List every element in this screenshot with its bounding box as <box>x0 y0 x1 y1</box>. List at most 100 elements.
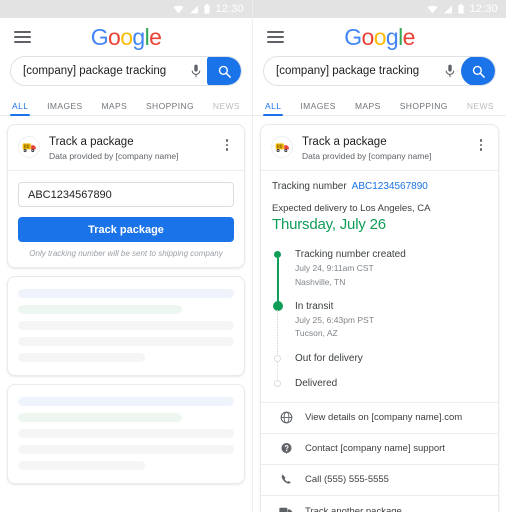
help-question-icon <box>272 442 300 455</box>
tracking-timeline: Tracking number created July 24, 9:11am … <box>261 235 498 401</box>
tab-news[interactable]: NEWS <box>467 101 494 115</box>
search-result-tabs: ALL IMAGES MAPS SHOPPING NEWS <box>253 92 506 116</box>
skeleton-line-body <box>18 445 234 455</box>
tab-all[interactable]: ALL <box>9 101 31 116</box>
timeline-dot-pending <box>274 379 281 387</box>
tab-all[interactable]: ALL <box>262 101 284 116</box>
battery-icon <box>204 4 211 14</box>
globe-icon <box>272 411 300 424</box>
timeline-step: In transit July 25, 6:43pm PST Tucson, A… <box>272 300 487 354</box>
google-logo: Google <box>90 23 162 50</box>
action-call[interactable]: Call (555) 555-5555 <box>261 465 498 496</box>
search-submit-button[interactable] <box>207 57 241 85</box>
microphone-icon[interactable] <box>439 64 461 78</box>
battery-icon <box>458 4 465 14</box>
action-view-details[interactable]: View details on [company name].com <box>261 403 498 434</box>
search-result-tabs: ALL IMAGES MAPS SHOPPING NEWS <box>0 92 252 116</box>
delivery-truck-icon <box>18 136 40 158</box>
card-header-text: Track a package Data provided by [compan… <box>49 135 220 161</box>
timeline-step-title: In transit <box>295 301 334 312</box>
left-phone-panel: 12:30 Google [company] package tracking … <box>0 0 253 512</box>
track-package-button[interactable]: Track package <box>18 217 234 243</box>
skeleton-line-body <box>18 429 234 439</box>
tab-news[interactable]: NEWS <box>213 101 240 115</box>
action-track-another[interactable]: Track another package <box>261 496 498 512</box>
overflow-menu-icon[interactable] <box>474 135 488 151</box>
signal-icon <box>190 5 199 13</box>
skeleton-line-body <box>18 461 146 471</box>
tracking-disclaimer: Only tracking number will be sent to shi… <box>29 249 223 259</box>
package-summary: Tracking number ABC1234567890 Expected de… <box>261 171 498 235</box>
expected-delivery-date: Thursday, July 26 <box>272 216 386 234</box>
timeline-step: Tracking number created July 24, 9:11am … <box>274 248 487 302</box>
tracking-number-row: Tracking number ABC1234567890 <box>272 181 487 192</box>
timeline-dot-pending <box>274 354 281 362</box>
card-title: Track a package <box>49 136 134 148</box>
card-subtitle: Data provided by [company name] <box>302 151 432 162</box>
card-subtitle: Data provided by [company name] <box>49 151 179 162</box>
search-input[interactable]: [company] package tracking <box>11 65 185 77</box>
timeline-step: Delivered <box>274 377 487 392</box>
status-bar: 12:30 <box>0 0 252 18</box>
search-bar[interactable]: [company] package tracking <box>263 56 496 86</box>
truck-icon <box>272 506 300 512</box>
card-header: Track a package Data provided by [compan… <box>261 125 498 170</box>
tracking-number-label: Tracking number <box>272 181 347 193</box>
tab-images[interactable]: IMAGES <box>300 101 335 115</box>
skeleton-line-url <box>18 413 183 423</box>
skeleton-line-url <box>18 305 183 315</box>
skeleton-line-body <box>18 353 146 363</box>
timeline-step-place: Nashville, TN <box>295 276 346 287</box>
skeleton-lines <box>8 385 244 483</box>
status-bar: 12:30 <box>253 0 506 18</box>
track-package-card: Track a package Data provided by [compan… <box>7 124 245 269</box>
timeline-connector <box>277 310 279 354</box>
timeline-step-title: Out for delivery <box>295 352 363 364</box>
expected-delivery-label: Expected delivery to Los Angeles, CA <box>272 203 431 215</box>
search-input[interactable]: [company] package tracking <box>264 65 439 77</box>
skeleton-line-title <box>18 289 234 299</box>
tab-maps[interactable]: MAPS <box>101 101 127 115</box>
action-label: Track another package <box>305 505 402 512</box>
timeline-step: Out for delivery <box>274 352 487 379</box>
placeholder-result-card <box>7 276 245 377</box>
action-label: View details on [company name].com <box>305 412 463 424</box>
card-header-text: Track a package Data provided by [compan… <box>302 135 474 161</box>
tab-shopping[interactable]: SHOPPING <box>400 101 448 115</box>
timeline-step-title: Delivered <box>295 377 338 389</box>
tracking-form: Track package Only tracking number will … <box>8 171 244 267</box>
signal-icon <box>444 5 453 13</box>
timeline-step-title: Tracking number created <box>295 249 406 261</box>
action-contact-support[interactable]: Contact [company name] support <box>261 434 498 465</box>
overflow-menu-icon[interactable] <box>220 135 234 151</box>
right-phone-panel: 12:30 Google [company] package tracking … <box>253 0 506 512</box>
tab-images[interactable]: IMAGES <box>47 101 82 115</box>
timeline-dot-filled <box>274 251 281 259</box>
google-logo: Google <box>344 23 415 50</box>
tracking-number-value[interactable]: ABC1234567890 <box>352 181 428 192</box>
action-label: Contact [company name] support <box>305 443 445 455</box>
skeleton-line-title <box>18 397 234 407</box>
microphone-icon[interactable] <box>185 64 207 78</box>
card-header: Track a package Data provided by [compan… <box>8 125 244 170</box>
package-detail-card: Track a package Data provided by [compan… <box>260 124 499 512</box>
tab-shopping[interactable]: SHOPPING <box>146 101 194 115</box>
placeholder-result-card <box>7 384 245 485</box>
status-bar-clock: 12:30 <box>215 3 244 15</box>
left-results-body: Track a package Data provided by [compan… <box>0 116 252 485</box>
search-bar[interactable]: [company] package tracking <box>10 56 242 86</box>
search-submit-button[interactable] <box>461 57 495 85</box>
timeline-step-time: July 25, 6:43pm PST <box>295 315 374 325</box>
wifi-icon <box>173 5 184 13</box>
timeline-step-place: Tucson, AZ <box>295 328 338 339</box>
timeline-connector <box>277 258 279 302</box>
phone-icon <box>272 473 300 486</box>
skeleton-line-body <box>18 337 234 347</box>
skeleton-lines <box>8 277 244 375</box>
action-label: Call (555) 555-5555 <box>305 474 389 486</box>
timeline-step-time: July 24, 9:11am CST <box>295 263 374 274</box>
wifi-icon <box>427 5 438 13</box>
tab-maps[interactable]: MAPS <box>355 101 381 115</box>
tracking-number-input[interactable] <box>18 182 234 208</box>
app-header: Google <box>253 18 506 56</box>
